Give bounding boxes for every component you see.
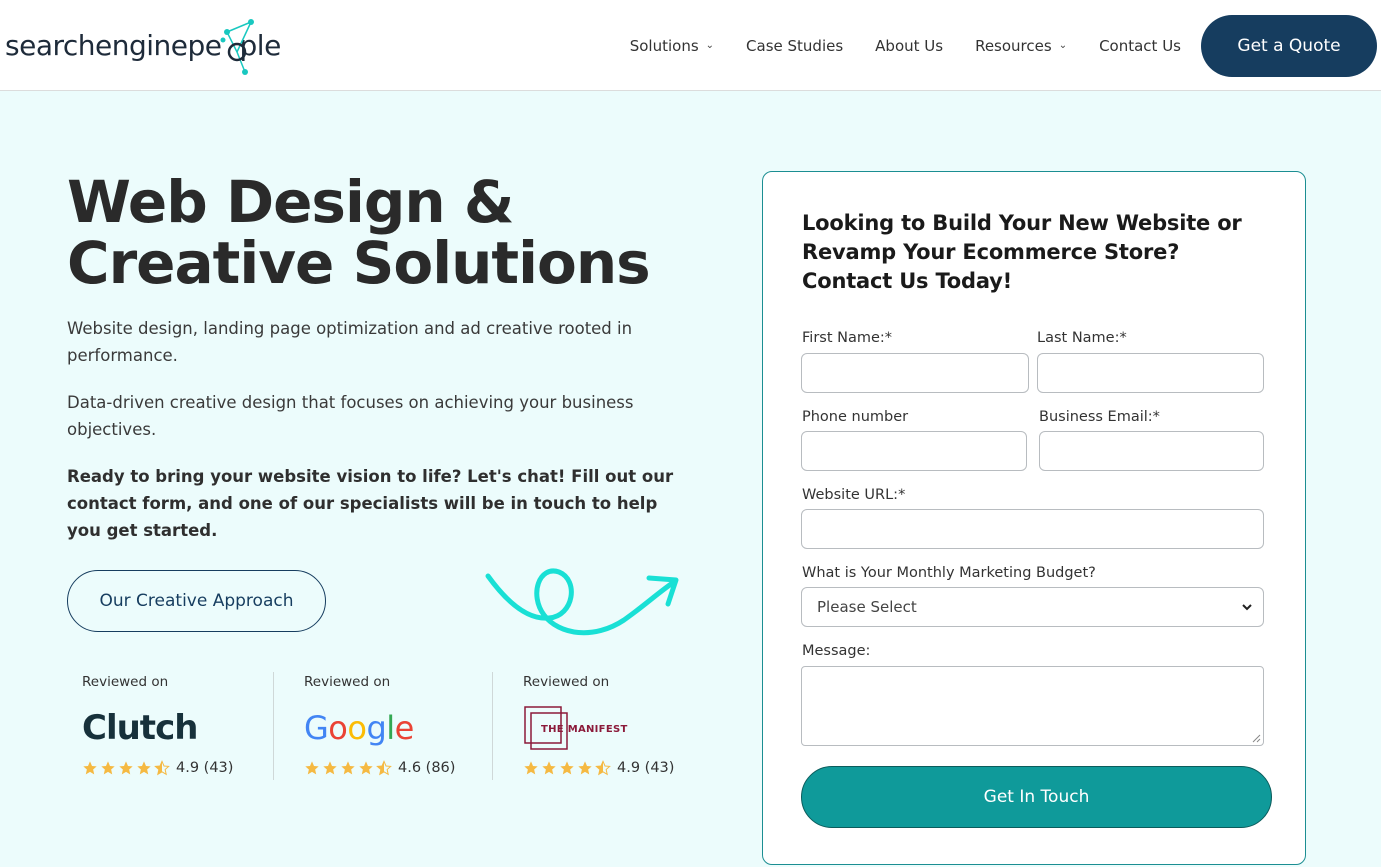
star-icon — [578, 761, 592, 775]
form-title: Looking to Build Your New Website or Rev… — [802, 211, 1242, 293]
nav-case-studies[interactable]: Case Studies — [746, 37, 843, 55]
budget-label: What is Your Monthly Marketing Budget? — [802, 565, 1096, 581]
logo-text-part-a: searchenginepe — [5, 28, 222, 62]
review-label: Reviewed on — [304, 674, 391, 690]
title-line-2: Creative Solutions — [67, 229, 651, 297]
nav-contact-us[interactable]: Contact Us — [1099, 37, 1181, 55]
rating-value: 4.9 (43) — [176, 760, 234, 776]
squiggle-arrow-icon — [485, 568, 679, 636]
website-url-field[interactable] — [801, 509, 1264, 549]
business-email-field[interactable] — [1039, 431, 1264, 471]
reviews-strip: Reviewed on Clutch 4.9 (43) Reviewed on … — [67, 672, 687, 780]
phone-field[interactable] — [801, 431, 1027, 471]
star-icon — [119, 761, 133, 775]
star-icon — [101, 761, 115, 775]
site-logo[interactable]: searchenginepe ple — [5, 14, 281, 76]
message-textarea[interactable] — [801, 666, 1264, 746]
intro-paragraph: Website design, landing page optimizatio… — [67, 319, 633, 365]
star-icon — [323, 761, 337, 775]
star-icon — [542, 761, 556, 775]
review-label: Reviewed on — [82, 674, 169, 690]
star-rating — [304, 760, 394, 776]
review-google[interactable]: Reviewed on Google 4.6 (86) — [273, 672, 492, 780]
budget-selected-value: Please Select — [817, 598, 917, 616]
star-icon — [137, 761, 151, 775]
budget-select[interactable]: Please Select — [801, 587, 1264, 627]
star-icon — [359, 761, 373, 775]
contact-form-card: Looking to Build Your New Website or Rev… — [762, 171, 1306, 865]
rating-value: 4.9 (43) — [617, 760, 675, 776]
chevron-down-icon: ⌄ — [705, 40, 715, 51]
google-logo: Google — [304, 709, 414, 747]
secondary-paragraph: Data-driven creative design that focuses… — [67, 393, 634, 439]
network-node-icon — [220, 19, 254, 75]
nav-about-us[interactable]: About Us — [875, 37, 943, 55]
chevron-down-icon: ⌄ — [1058, 40, 1068, 51]
last-name-field[interactable] — [1037, 353, 1264, 393]
business-email-label: Business Email:* — [1039, 409, 1160, 425]
review-label: Reviewed on — [523, 674, 610, 690]
star-rating — [523, 760, 613, 776]
resize-grip-icon[interactable] — [1252, 734, 1261, 743]
the-manifest-logo: THE MANIFEST — [523, 704, 687, 752]
review-the-manifest[interactable]: Reviewed on THE MANIFEST 4.9 (43) — [492, 672, 687, 780]
star-icon — [83, 761, 97, 775]
star-icon — [560, 761, 574, 775]
page-title: Web Design & Creative Solutions — [67, 168, 651, 297]
clutch-logo: Clutch — [82, 708, 198, 748]
get-in-touch-button[interactable]: Get In Touch — [801, 766, 1272, 828]
nav-resources[interactable]: Resources ⌄ — [975, 37, 1067, 55]
site-header: searchenginepe ple Solutions ⌄ Case Studie… — [0, 0, 1381, 91]
star-icon — [305, 761, 319, 775]
star-icon — [524, 761, 538, 775]
star-rating — [82, 760, 172, 776]
chevron-down-icon — [1242, 604, 1252, 611]
get-a-quote-button[interactable]: Get a Quote — [1201, 14, 1377, 77]
cta-paragraph: Ready to bring your website vision to li… — [67, 467, 674, 540]
star-icon — [341, 761, 355, 775]
main-nav: Solutions ⌄ Case Studies About Us Resourc… — [630, 0, 1381, 91]
title-line-1: Web Design & — [67, 168, 514, 236]
half-star-icon — [595, 760, 611, 776]
first-name-label: First Name:* — [802, 330, 893, 346]
our-creative-approach-button[interactable]: Our Creative Approach — [67, 570, 326, 632]
last-name-label: Last Name:* — [1037, 330, 1127, 346]
first-name-field[interactable] — [801, 353, 1029, 393]
half-star-icon — [154, 760, 170, 776]
half-star-icon — [376, 760, 392, 776]
message-label: Message: — [802, 643, 871, 659]
rating-value: 4.6 (86) — [398, 760, 456, 776]
website-url-label: Website URL:* — [802, 487, 906, 503]
nav-solutions[interactable]: Solutions ⌄ — [630, 37, 714, 55]
review-clutch[interactable]: Reviewed on Clutch 4.9 (43) — [67, 672, 273, 780]
phone-label: Phone number — [802, 409, 909, 425]
